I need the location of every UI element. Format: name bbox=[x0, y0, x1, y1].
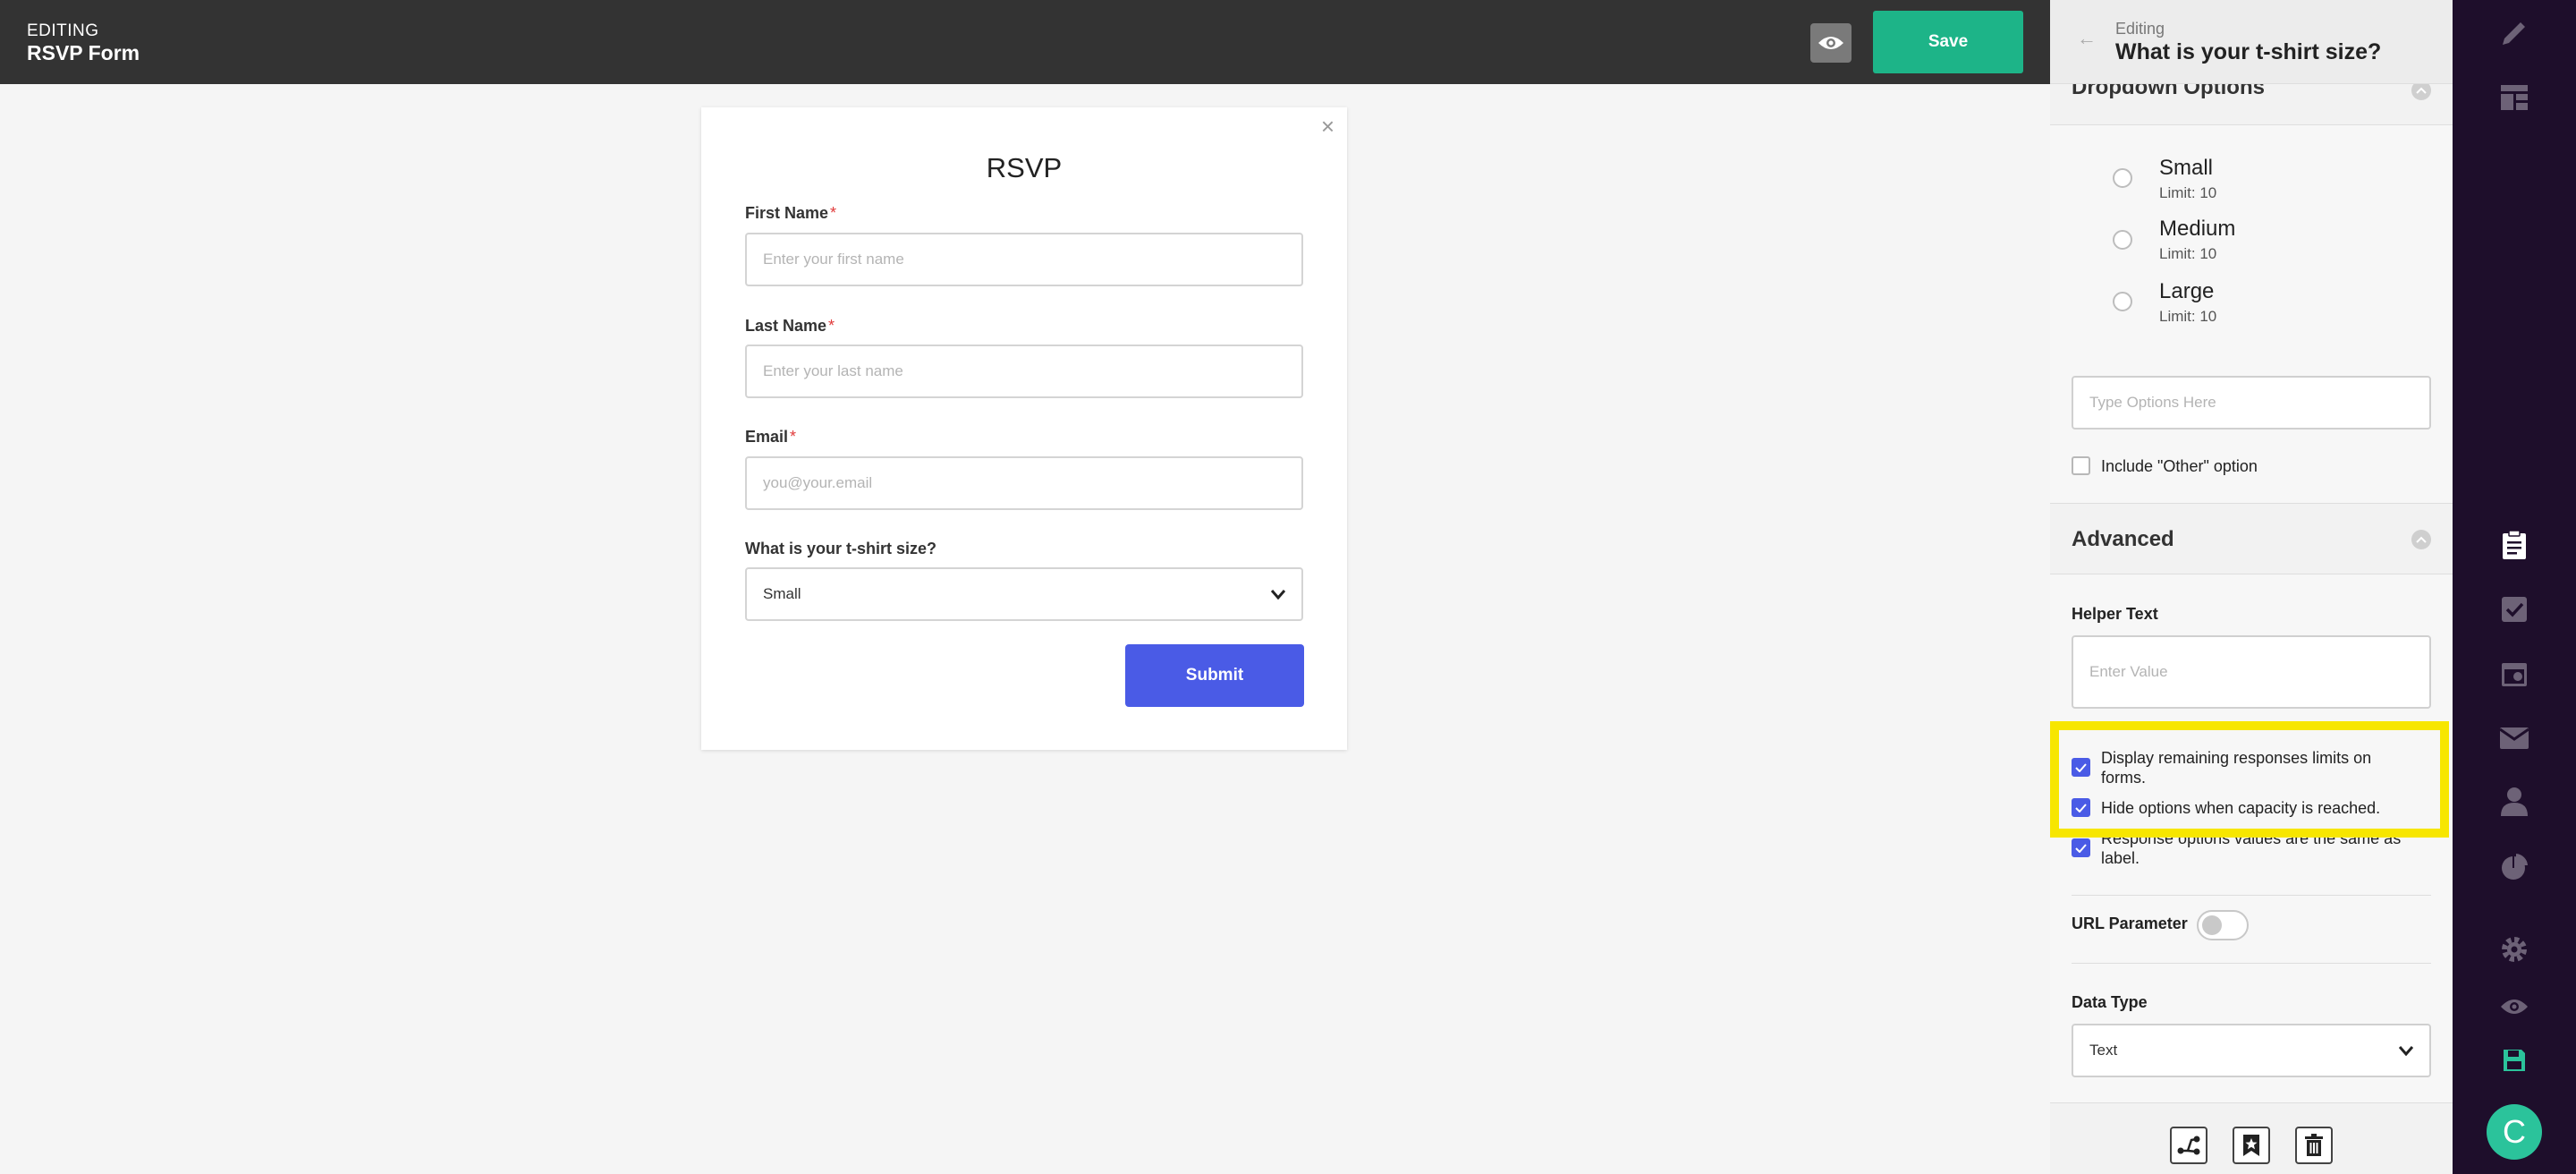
option-name: Medium bbox=[2159, 217, 2236, 241]
option-limit: Limit: 10 bbox=[2159, 245, 2217, 262]
data-type-select[interactable]: Text bbox=[2072, 1024, 2431, 1077]
right-nav-rail: C bbox=[2453, 0, 2576, 1174]
logic-branch-icon bbox=[2177, 1136, 2200, 1155]
option-name: Large bbox=[2159, 279, 2215, 303]
option-limit: Limit: 10 bbox=[2159, 184, 2217, 201]
user-icon[interactable] bbox=[2453, 778, 2576, 823]
first-name-label: First Name * bbox=[745, 204, 836, 223]
last-name-label: Last Name * bbox=[745, 317, 835, 336]
email-label-text: Email bbox=[745, 428, 789, 446]
display-remaining-checkbox[interactable] bbox=[2072, 758, 2090, 777]
form-name: RSVP Form bbox=[27, 41, 140, 64]
calendar-icon[interactable] bbox=[2453, 651, 2576, 696]
top-bar: EDITING RSVP Form Save bbox=[0, 0, 2050, 84]
option-limit: Limit: 10 bbox=[2159, 308, 2217, 325]
form-preview-card: × RSVP First Name * Enter your first name… bbox=[701, 107, 1347, 750]
hide-options-label: Hide options when capacity is reached. bbox=[2101, 799, 2381, 817]
check-icon bbox=[2075, 803, 2087, 812]
preview-button[interactable] bbox=[1810, 23, 1852, 63]
include-other-label: Include "Other" option bbox=[2101, 457, 2258, 475]
chevron-down-icon bbox=[2399, 1046, 2413, 1056]
url-parameter-label: URL Parameter bbox=[2072, 915, 2188, 932]
eye-icon[interactable] bbox=[2453, 984, 2576, 1029]
email-label: Email * bbox=[745, 428, 796, 447]
bookmark-button[interactable] bbox=[2233, 1127, 2270, 1164]
same-as-label-label: Response options values are the same as … bbox=[2101, 829, 2402, 867]
delete-button[interactable] bbox=[2295, 1127, 2333, 1164]
bookmark-star-icon bbox=[2243, 1135, 2259, 1156]
required-mark: * bbox=[828, 317, 835, 335]
first-name-input[interactable]: Enter your first name bbox=[745, 233, 1303, 286]
form-title: RSVP bbox=[986, 152, 1063, 183]
submit-button[interactable]: Submit bbox=[1125, 644, 1304, 707]
type-options-input[interactable]: Type Options Here bbox=[2072, 376, 2431, 430]
option-name: Small bbox=[2159, 156, 2214, 180]
option-radio-small[interactable] bbox=[2113, 168, 2132, 188]
layout-icon[interactable] bbox=[2453, 75, 2576, 120]
close-icon[interactable]: × bbox=[1321, 113, 1335, 140]
save-button[interactable]: Save bbox=[1873, 11, 2023, 73]
chevron-down-icon bbox=[1271, 590, 1285, 600]
data-type-value: Text bbox=[2089, 1042, 2118, 1059]
option-radio-large[interactable] bbox=[2113, 292, 2132, 311]
field-editor-panel: Dropdown Options ← Editing What is your … bbox=[2050, 0, 2453, 1174]
panel-editing-label: Editing bbox=[2115, 20, 2165, 38]
same-as-label-checkbox[interactable] bbox=[2072, 838, 2090, 857]
editing-mode-label: EDITING bbox=[27, 21, 99, 40]
url-parameter-toggle[interactable] bbox=[2197, 910, 2249, 940]
pie-chart-icon[interactable] bbox=[2453, 845, 2576, 889]
chat-launcher-button[interactable]: C bbox=[2487, 1104, 2542, 1160]
email-input[interactable]: you@your.email bbox=[745, 456, 1303, 510]
toggle-knob bbox=[2202, 915, 2222, 935]
checkbox-icon[interactable] bbox=[2453, 587, 2576, 632]
logic-branch-button[interactable] bbox=[2170, 1127, 2207, 1164]
back-arrow-icon[interactable]: ← bbox=[2077, 27, 2097, 50]
save-icon[interactable] bbox=[2453, 1038, 2576, 1083]
advanced-title: Advanced bbox=[2072, 527, 2174, 551]
tshirt-select[interactable]: Small bbox=[745, 567, 1303, 621]
last-name-label-text: Last Name bbox=[745, 317, 827, 335]
last-name-input[interactable]: Enter your last name bbox=[745, 345, 1303, 398]
helper-text-input[interactable]: Enter Value bbox=[2072, 635, 2431, 709]
display-remaining-label: Display remaining responses limits on fo… bbox=[2101, 749, 2372, 787]
data-type-label: Data Type bbox=[2072, 993, 2148, 1011]
divider bbox=[2072, 895, 2431, 896]
check-icon bbox=[2075, 843, 2087, 853]
collapse-icon[interactable] bbox=[2411, 530, 2431, 549]
include-other-checkbox[interactable] bbox=[2072, 456, 2090, 475]
tshirt-label: What is your t-shirt size? bbox=[745, 540, 937, 557]
eye-icon bbox=[1818, 37, 1843, 49]
panel-header: ← Editing What is your t-shirt size? bbox=[2050, 0, 2453, 84]
check-icon bbox=[2075, 762, 2087, 772]
panel-footer bbox=[2050, 1102, 2453, 1174]
hide-options-checkbox[interactable] bbox=[2072, 798, 2090, 817]
first-name-label-text: First Name bbox=[745, 204, 829, 222]
gear-icon[interactable] bbox=[2453, 927, 2576, 972]
mail-icon[interactable] bbox=[2453, 716, 2576, 761]
clipboard-icon[interactable] bbox=[2453, 523, 2576, 567]
pencil-icon[interactable] bbox=[2453, 11, 2576, 55]
divider bbox=[2072, 963, 2431, 964]
helper-text-label: Helper Text bbox=[2072, 605, 2158, 623]
option-radio-medium[interactable] bbox=[2113, 230, 2132, 250]
tshirt-select-value: Small bbox=[763, 585, 801, 602]
advanced-header[interactable]: Advanced bbox=[2050, 503, 2453, 574]
required-mark: * bbox=[830, 204, 837, 222]
required-mark: * bbox=[790, 428, 797, 446]
panel-title: What is your t-shirt size? bbox=[2115, 39, 2382, 64]
trash-icon bbox=[2305, 1134, 2323, 1156]
